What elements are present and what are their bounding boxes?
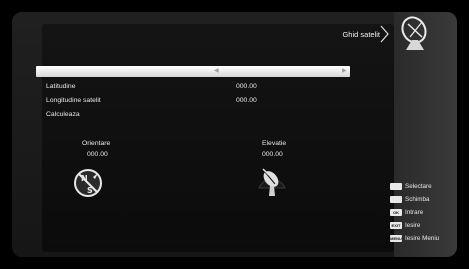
field-label: Calculeaza — [46, 111, 80, 118]
latitude-row[interactable]: Latitudine 000.00 — [36, 82, 350, 93]
satellite-dish-elevation-icon — [258, 168, 286, 196]
screen-frame — [12, 12, 457, 257]
compass-icon: N S — [74, 169, 102, 197]
elevation-value: 000.00 — [262, 151, 283, 158]
main-panel — [42, 24, 394, 252]
compass-north: N — [81, 174, 88, 183]
select-key-icon — [390, 183, 402, 190]
longitude-row[interactable]: ◀ ▶ — [36, 66, 350, 77]
calculate-row[interactable]: Calculeaza — [36, 110, 350, 121]
page-title: Ghid satelit — [342, 30, 380, 39]
ok-key-icon: OK — [390, 209, 402, 216]
field-value: 000.00 — [236, 83, 257, 90]
change-key-icon — [390, 196, 402, 203]
legend-text: Iesire Meniu — [405, 235, 440, 242]
legend-text: Intrare — [405, 209, 424, 216]
field-value: 000.00 — [236, 97, 257, 104]
arrow-left-icon[interactable]: ◀ — [214, 67, 219, 74]
compass-south: S — [87, 186, 93, 195]
legend-enter: OK Intrare — [390, 209, 450, 218]
field-label: Latitudine — [46, 83, 76, 90]
exit-key-icon: EXIT — [390, 222, 402, 229]
legend-text: Iesire — [405, 222, 421, 229]
satellite-dish-icon — [401, 16, 427, 50]
elevation-label: Elevatie — [262, 140, 287, 147]
orientation-value: 000.00 — [87, 151, 108, 158]
menu-key-icon: MENU — [390, 235, 402, 242]
legend-exit-menu: MENU Iesire Meniu — [390, 235, 450, 244]
legend-select: Selectare — [390, 183, 450, 192]
legend-text: Schimba — [405, 196, 430, 203]
legend-text: Selectare — [405, 183, 432, 190]
arrow-right-icon[interactable]: ▶ — [342, 67, 347, 74]
bracket-icon — [380, 25, 389, 43]
legend-change: Schimba — [390, 196, 450, 205]
legend-exit: EXIT Iesire — [390, 222, 450, 231]
field-label: Longitudine satelit — [46, 97, 101, 104]
satellite-longitude-row[interactable]: Longitudine satelit 000.00 — [36, 96, 350, 107]
orientation-label: Orientare — [82, 140, 111, 147]
